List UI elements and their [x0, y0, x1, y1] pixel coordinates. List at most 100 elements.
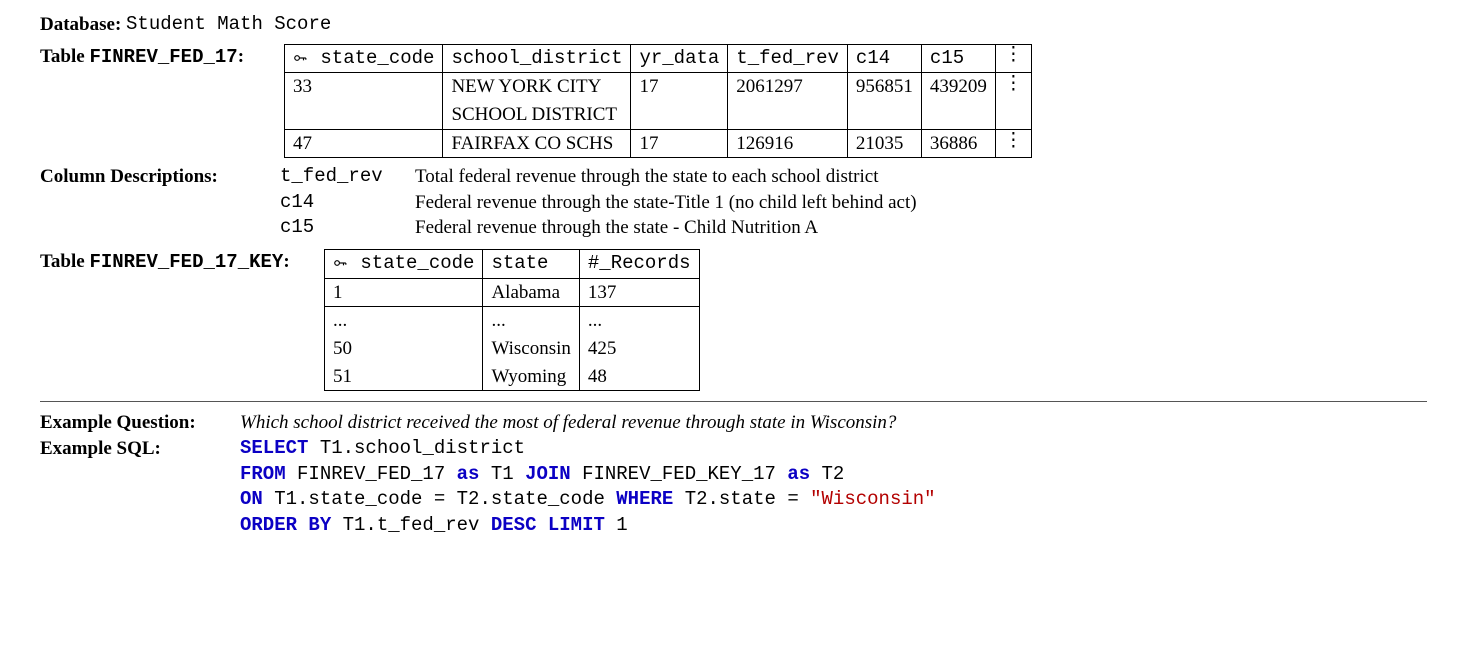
column-descriptions-list: t_fed_rev Total federal revenue through … — [280, 164, 917, 241]
table-prefix: Table — [40, 46, 89, 67]
sql-line: FROM FINREV_FED_17 as T1 JOIN FINREV_FED… — [240, 462, 936, 488]
separator — [40, 401, 1427, 402]
sql-line: ORDER BY T1.t_fed_rev DESC LIMIT 1 — [240, 513, 936, 539]
column-descriptions-label: Column Descriptions: — [40, 164, 280, 190]
example-question-label: Example Question: — [40, 410, 240, 436]
sql-keyword: FROM — [240, 463, 286, 485]
sql-id: 1 — [605, 514, 628, 536]
cell: SCHOOL DISTRICT — [443, 101, 631, 129]
col-header: school_district — [443, 44, 631, 73]
sql-id: FINREV_FED_KEY_17 — [571, 463, 788, 485]
database-name: Student Math Score — [126, 12, 331, 38]
database-label: Database: — [40, 12, 121, 38]
sql-keyword: SELECT — [240, 437, 308, 459]
cell: FAIRFAX CO SCHS — [443, 129, 631, 158]
col-state-code: state_code — [285, 44, 443, 73]
cell: 2061297 — [728, 73, 848, 129]
cell: 48 — [579, 363, 699, 391]
cell: 17 — [631, 129, 728, 158]
example-question: Which school district received the most … — [240, 410, 896, 436]
sql-keyword: as — [457, 463, 480, 485]
table2-label: Table FINREV_FED_17_KEY: — [40, 249, 320, 276]
column-descriptions-block: Column Descriptions: t_fed_rev Total fed… — [40, 164, 1427, 241]
col-desc-text: Federal revenue through the state-Title … — [415, 190, 917, 216]
cell: 50 — [325, 335, 483, 363]
table1-name: FINREV_FED_17 — [89, 46, 237, 68]
sql-line: SELECT T1.school_district — [240, 436, 936, 462]
col-header: #_Records — [579, 250, 699, 279]
sql-id: T2.state = — [673, 488, 810, 510]
cell: 17 — [631, 73, 728, 129]
cell: 47 — [285, 129, 443, 158]
more-cells-icon: ⋮ — [995, 129, 1031, 158]
cell: 439209 — [921, 73, 995, 129]
table2-name: FINREV_FED_17_KEY — [89, 251, 283, 273]
table2-row: 51 Wyoming 48 — [325, 363, 700, 391]
col-name: c14 — [280, 190, 415, 216]
cell: 51 — [325, 363, 483, 391]
cell: 21035 — [847, 129, 921, 158]
sql-id: T1 — [479, 463, 525, 485]
col-header: state — [483, 250, 579, 279]
col-name: c15 — [280, 215, 415, 241]
cell: 425 — [579, 335, 699, 363]
example-sql-code: SELECT T1.school_district FROM FINREV_FE… — [240, 436, 936, 539]
cell: 137 — [579, 278, 699, 307]
col-desc-text: Total federal revenue through the state … — [415, 164, 878, 190]
table2-suffix: : — [283, 251, 289, 272]
table2-row: 1 Alabama 137 — [325, 278, 700, 307]
table2-row-ellipsis: ... ... ... — [325, 307, 700, 335]
column-description: c15 Federal revenue through the state - … — [280, 215, 917, 241]
example-sql-block: Example SQL: SELECT T1.school_district F… — [40, 436, 1427, 539]
sql-keyword: LIMIT — [548, 514, 605, 536]
col-state-code: state_code — [325, 250, 483, 279]
cell: 36886 — [921, 129, 995, 158]
table1-block: Table FINREV_FED_17: state_code school_d… — [40, 44, 1427, 159]
sql-keyword: ON — [240, 488, 263, 510]
cell: ... — [325, 307, 483, 335]
more-cells-icon: ⋮ — [995, 73, 1031, 129]
cell: ... — [579, 307, 699, 335]
sql-id: FINREV_FED_17 — [286, 463, 457, 485]
key-icon — [333, 256, 349, 270]
col-header: yr_data — [631, 44, 728, 73]
table2-header-row: state_code state #_Records — [325, 250, 700, 279]
table2-block: Table FINREV_FED_17_KEY: state_code stat… — [40, 249, 1427, 391]
table1: state_code school_district yr_data t_fed… — [284, 44, 1032, 159]
sql-keyword: JOIN — [525, 463, 571, 485]
sql-keyword: ORDER BY — [240, 514, 331, 536]
table1-header-row: state_code school_district yr_data t_fed… — [285, 44, 1032, 73]
column-description: t_fed_rev Total federal revenue through … — [280, 164, 917, 190]
cell: 33 — [285, 73, 443, 129]
table1-row: 47 FAIRFAX CO SCHS 17 126916 21035 36886… — [285, 129, 1032, 158]
col-header: state_code — [320, 47, 434, 69]
table1-label: Table FINREV_FED_17: — [40, 44, 280, 71]
col-header: state_code — [360, 252, 474, 274]
key-icon — [293, 51, 309, 65]
col-name: t_fed_rev — [280, 164, 415, 190]
table2-row: 50 Wisconsin 425 — [325, 335, 700, 363]
sql-keyword: DESC — [491, 514, 537, 536]
column-description: c14 Federal revenue through the state-Ti… — [280, 190, 917, 216]
col-header: t_fed_rev — [728, 44, 848, 73]
table1-suffix: : — [238, 46, 244, 67]
sql-line: ON T1.state_code = T2.state_code WHERE T… — [240, 487, 936, 513]
cell: Wisconsin — [483, 335, 579, 363]
database-line: Database: Student Math Score — [40, 12, 1427, 38]
sql-id: T2 — [810, 463, 844, 485]
sql-id: T1.state_code = T2.state_code — [263, 488, 616, 510]
col-header: c15 — [921, 44, 995, 73]
cell: 126916 — [728, 129, 848, 158]
cell: NEW YORK CITY — [443, 73, 631, 101]
sql-space — [536, 514, 547, 536]
table2: state_code state #_Records 1 Alabama 137… — [324, 249, 700, 391]
cell: Alabama — [483, 278, 579, 307]
cell: ... — [483, 307, 579, 335]
col-desc-text: Federal revenue through the state - Chil… — [415, 215, 818, 241]
cell: 956851 — [847, 73, 921, 129]
example-question-line: Example Question: Which school district … — [40, 410, 1427, 436]
example-sql-label: Example SQL: — [40, 436, 240, 462]
more-columns-icon: ⋮ — [995, 44, 1031, 73]
sql-string: "Wisconsin" — [810, 488, 935, 510]
sql-id: T1.t_fed_rev — [331, 514, 491, 536]
